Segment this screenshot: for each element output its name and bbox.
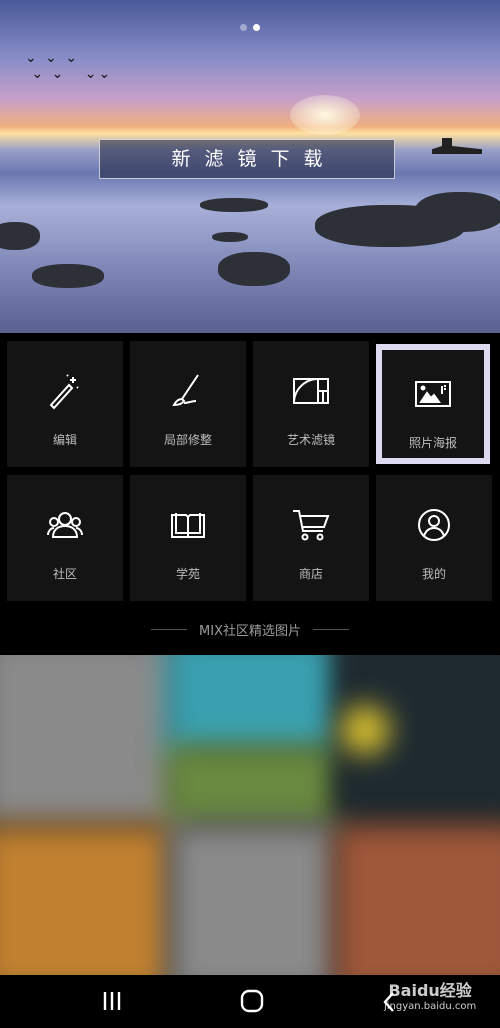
grid-item-label: 照片海报 xyxy=(408,436,457,450)
community-icon xyxy=(47,512,83,538)
featured-images[interactable] xyxy=(0,655,500,975)
featured-image[interactable] xyxy=(165,655,340,755)
featured-image[interactable] xyxy=(335,825,500,975)
book-icon xyxy=(171,513,205,538)
photo-poster-icon xyxy=(415,381,451,407)
grid-item-label: 局部修整 xyxy=(163,433,212,447)
tower-silhouette xyxy=(432,138,482,154)
grid-item-academy[interactable]: 学苑 xyxy=(130,475,246,601)
rock xyxy=(200,198,268,212)
watermark-brand: Baidu经验 xyxy=(388,981,472,1000)
grid-item-label: 社区 xyxy=(52,567,77,581)
grid-item-art-filter[interactable]: 艺术滤镜 xyxy=(253,341,369,467)
grid-item-local-adjust[interactable]: 局部修整 xyxy=(130,341,246,467)
grid-item-label: 学苑 xyxy=(175,567,200,581)
new-filter-download-button[interactable]: 新滤镜下载 xyxy=(99,139,395,179)
watermark-url: jingyan.baidu.com xyxy=(384,1001,477,1012)
grid-item-photo-poster[interactable]: 照片海报 xyxy=(376,344,490,464)
brush-icon xyxy=(172,374,199,407)
recent-apps-button[interactable] xyxy=(102,990,122,1012)
section-title: MIX社区精选图片 xyxy=(199,624,301,639)
magic-wand-icon xyxy=(49,374,79,410)
sun xyxy=(290,95,360,135)
system-nav-bar: Baidu经验 jingyan.baidu.com xyxy=(0,975,500,1028)
home-button[interactable] xyxy=(240,989,264,1013)
profile-icon xyxy=(418,509,450,541)
rock xyxy=(415,192,500,232)
grid-item-label: 我的 xyxy=(421,567,446,581)
rock xyxy=(32,264,104,288)
featured-image xyxy=(340,705,390,755)
carousel-dots[interactable] xyxy=(240,24,260,31)
birds-decoration: ⌄ ⌄ ⌄ ⌄ ⌄ ⌄⌄ xyxy=(25,50,113,82)
baidu-watermark: Baidu经验 jingyan.baidu.com xyxy=(384,977,476,1012)
grid-item-community[interactable]: 社区 xyxy=(7,475,123,601)
carousel-dot[interactable] xyxy=(240,24,247,31)
cart-icon xyxy=(293,510,330,541)
section-header: MIX社区精选图片 xyxy=(0,620,500,639)
featured-image[interactable] xyxy=(0,825,170,975)
rock xyxy=(212,232,248,242)
featured-image[interactable] xyxy=(165,745,340,825)
banner-carousel[interactable]: ⌄ ⌄ ⌄ ⌄ ⌄ ⌄⌄ 新滤镜下载 xyxy=(0,0,500,333)
golden-ratio-icon xyxy=(293,378,329,404)
rock xyxy=(0,222,40,250)
grid-item-label: 商店 xyxy=(298,567,323,581)
featured-image[interactable] xyxy=(170,825,335,975)
grid-item-shop[interactable]: 商店 xyxy=(253,475,369,601)
featured-image[interactable] xyxy=(0,655,180,825)
grid-item-mine[interactable]: 我的 xyxy=(376,475,492,601)
grid-item-edit[interactable]: 编辑 xyxy=(7,341,123,467)
grid-item-label: 编辑 xyxy=(52,433,77,447)
grid-item-label: 艺术滤镜 xyxy=(286,433,335,447)
rock xyxy=(218,252,290,286)
carousel-dot-active[interactable] xyxy=(253,24,260,31)
